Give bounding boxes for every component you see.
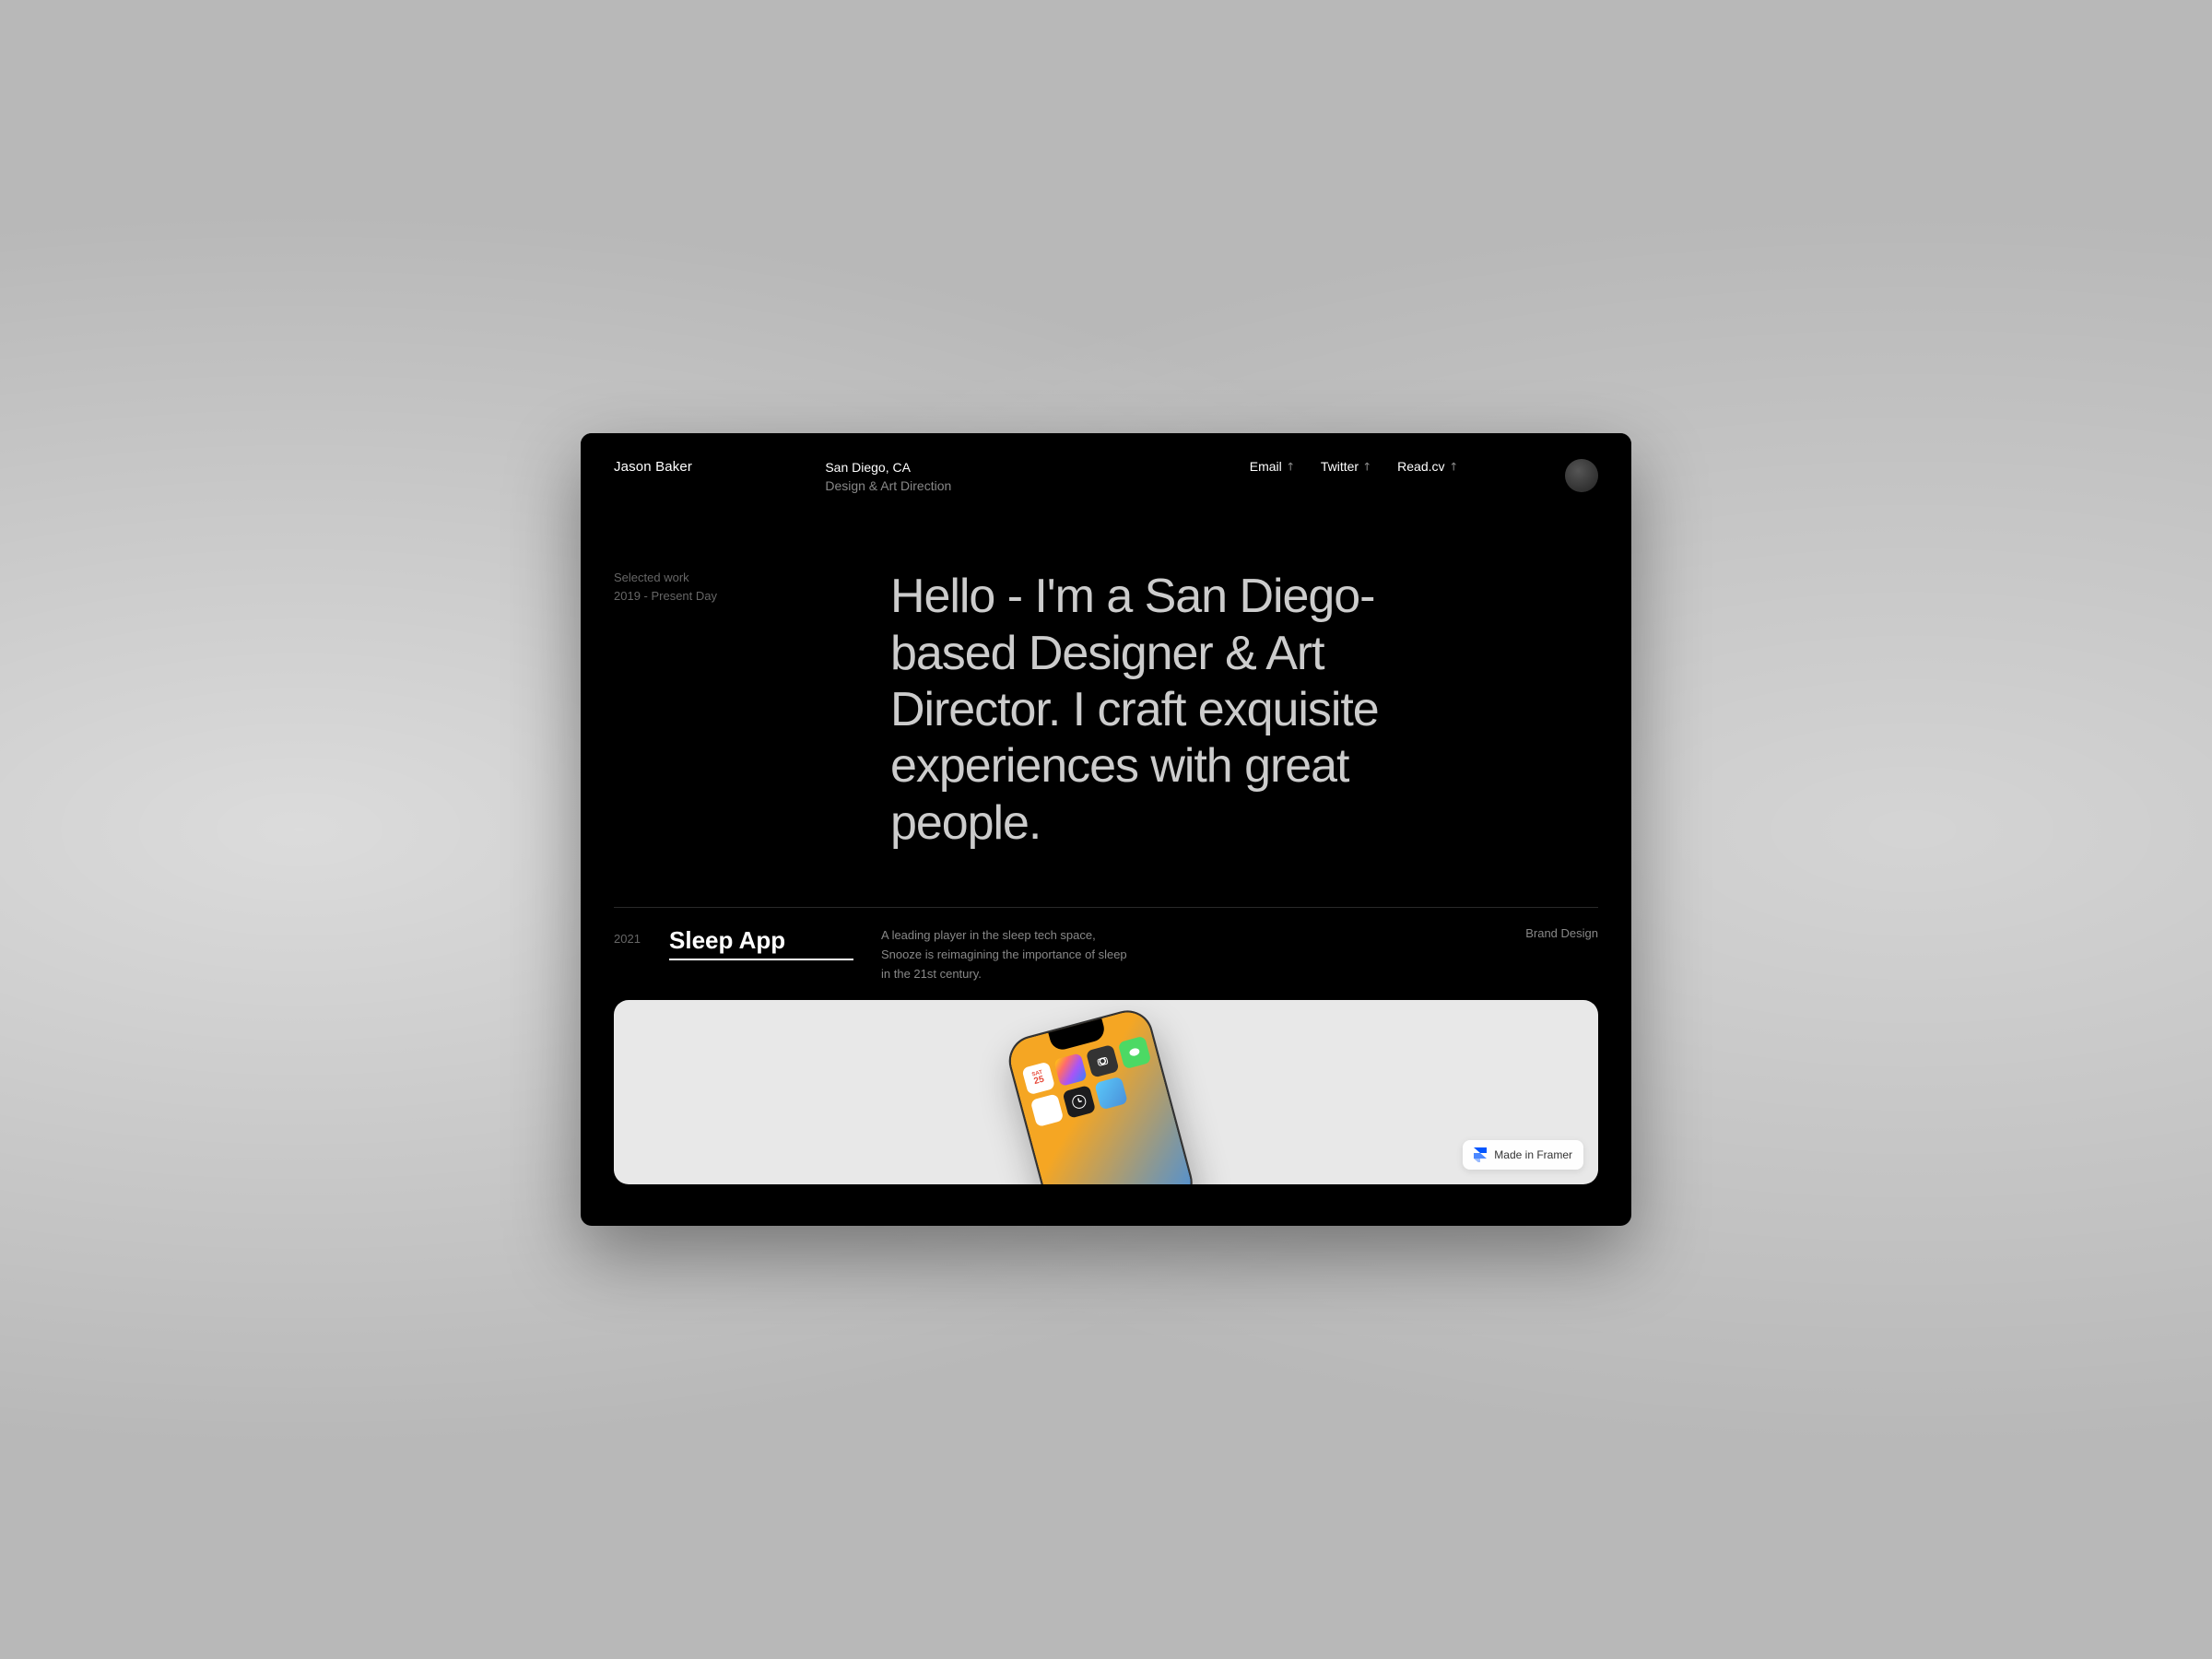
email-nav-link[interactable]: Email ↗ xyxy=(1250,459,1295,474)
avatar-image xyxy=(1565,459,1598,492)
years-label: 2019 - Present Day xyxy=(614,587,717,606)
header-nav: Email ↗ Twitter ↗ Read.cv ↗ xyxy=(1142,459,1565,474)
site-owner-name: Jason Baker xyxy=(614,459,825,475)
site-header: Jason Baker San Diego, CA Design & Art D… xyxy=(581,433,1631,495)
framer-badge[interactable]: Made in Framer xyxy=(1463,1140,1583,1170)
maps-app-icon xyxy=(1094,1077,1128,1111)
phone-body: SAT 25 xyxy=(1003,1005,1197,1184)
header-location-block: San Diego, CA Design & Art Direction xyxy=(825,459,1142,495)
project-category: Brand Design xyxy=(1525,926,1598,940)
calendar-app-icon: SAT 25 xyxy=(1021,1062,1055,1096)
project-year: 2021 xyxy=(614,926,669,946)
clock-app-icon xyxy=(1062,1085,1096,1119)
email-arrow-icon: ↗ xyxy=(1282,458,1298,474)
reminders-app-icon xyxy=(1030,1094,1065,1128)
readcv-arrow-icon: ↗ xyxy=(1445,458,1461,474)
project-title: Sleep App xyxy=(669,926,853,960)
twitter-nav-link[interactable]: Twitter ↗ xyxy=(1321,459,1371,474)
readcv-nav-link[interactable]: Read.cv ↗ xyxy=(1397,459,1457,474)
hero-section: Selected work 2019 - Present Day Hello -… xyxy=(581,495,1631,907)
bottom-bar xyxy=(581,1184,1631,1203)
project-header: 2021 Sleep App A leading player in the s… xyxy=(581,908,1631,1000)
framer-badge-label: Made in Framer xyxy=(1494,1148,1572,1161)
photos-app-icon xyxy=(1053,1053,1088,1088)
camera-app-icon xyxy=(1086,1044,1120,1078)
project-preview[interactable]: SAT 25 xyxy=(614,1000,1598,1184)
role-text: Design & Art Direction xyxy=(825,477,1142,496)
messages-app-icon xyxy=(1118,1036,1152,1070)
selected-work-label: Selected work xyxy=(614,569,717,587)
readcv-label: Read.cv xyxy=(1397,459,1444,474)
phone-mockup: SAT 25 xyxy=(1003,1000,1218,1184)
hero-meta: Selected work 2019 - Present Day xyxy=(614,569,717,605)
hero-headline: Hello - I'm a San Diego-based Designer &… xyxy=(890,569,1406,852)
framer-icon xyxy=(1474,1147,1488,1162)
hero-text-block: Hello - I'm a San Diego-based Designer &… xyxy=(890,569,1598,852)
browser-window: Jason Baker San Diego, CA Design & Art D… xyxy=(581,433,1631,1226)
location-text: San Diego, CA xyxy=(825,459,1142,477)
project-description: A leading player in the sleep tech space… xyxy=(881,926,1139,983)
email-label: Email xyxy=(1250,459,1282,474)
avatar[interactable] xyxy=(1565,459,1598,492)
ios-icons-grid: SAT 25 xyxy=(1019,1034,1160,1130)
twitter-arrow-icon: ↗ xyxy=(1359,458,1375,474)
twitter-label: Twitter xyxy=(1321,459,1359,474)
